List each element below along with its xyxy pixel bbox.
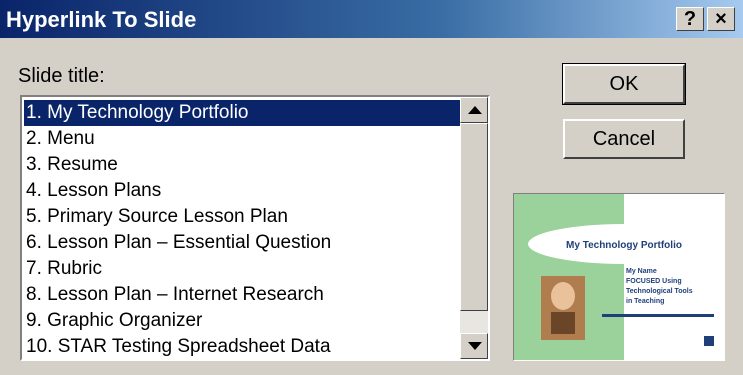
slide-title-label: Slide title: [18, 65, 105, 87]
slide-list[interactable]: 1. My Technology Portfolio 2. Menu 3. Resu… [20, 95, 490, 361]
scroll-up-button[interactable] [460, 97, 488, 123]
slide-list-item[interactable]: 3. Resume [24, 152, 463, 178]
scroll-down-button[interactable] [460, 333, 488, 359]
slide-list-items: 1. My Technology Portfolio 2. Menu 3. Resu… [24, 100, 463, 359]
slide-preview: My Technology Portfolio My Name FOCUSED … [513, 193, 725, 361]
slide-list-item[interactable]: 4. Lesson Plans [24, 178, 463, 204]
cancel-button[interactable]: Cancel [563, 119, 685, 159]
slide-rule [602, 314, 714, 317]
slide-thumbnail: My Technology Portfolio My Name FOCUSED … [514, 194, 724, 360]
preview-line-2: FOCUSED Using [626, 278, 682, 285]
dialog-title: Hyperlink To Slide [6, 7, 197, 32]
slide-list-item[interactable]: 2. Menu [24, 126, 463, 152]
list-scrollbar[interactable] [460, 97, 488, 359]
hyperlink-dialog: Hyperlink To Slide ? × Slide title: 1. M… [0, 0, 743, 375]
close-button[interactable]: × [707, 7, 735, 31]
slide-list-item[interactable]: 9. Graphic Organizer [24, 308, 463, 334]
arrow-up-icon [468, 106, 482, 114]
scroll-thumb[interactable] [460, 123, 488, 311]
preview-line-4: in Teaching [626, 298, 664, 305]
slide-list-item[interactable]: 7. Rubric [24, 256, 463, 282]
preview-line-3: Technological Tools [626, 288, 693, 295]
photo-hair [551, 312, 575, 334]
slide-list-item[interactable]: 5. Primary Source Lesson Plan [24, 204, 463, 230]
preview-line-1: My Name [626, 268, 657, 275]
photo-face [551, 282, 575, 310]
slide-list-item[interactable]: 8. Lesson Plan – Internet Research [24, 282, 463, 308]
slide-nav-icon [704, 336, 714, 346]
slide-list-item[interactable]: 1. My Technology Portfolio [24, 100, 463, 126]
slide-list-item[interactable]: 10. STAR Testing Spreadsheet Data [24, 334, 463, 359]
title-bar: Hyperlink To Slide ? × [0, 0, 743, 38]
arrow-down-icon [468, 342, 482, 350]
help-button[interactable]: ? [676, 7, 704, 31]
slide-list-item[interactable]: 6. Lesson Plan – Essential Question [24, 230, 463, 256]
preview-heading: My Technology Portfolio [566, 240, 682, 251]
ok-button[interactable]: OK [562, 63, 686, 105]
